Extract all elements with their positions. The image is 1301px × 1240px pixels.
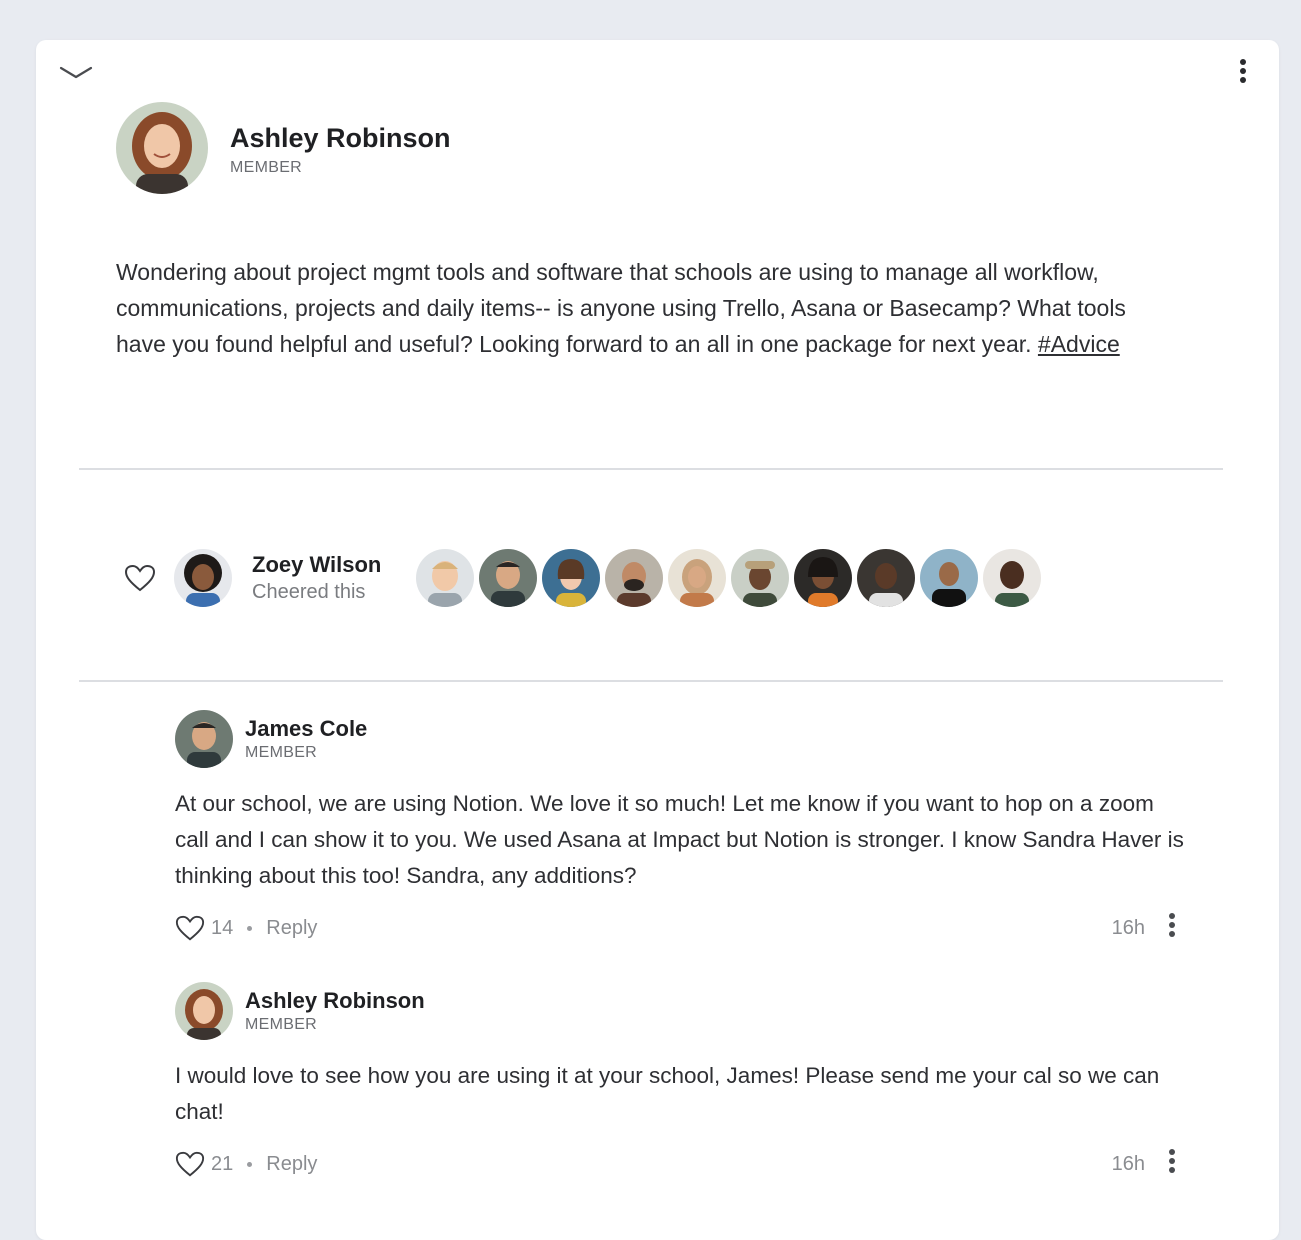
separator-dot bbox=[247, 1161, 253, 1167]
comment-author-role: MEMBER bbox=[245, 744, 318, 761]
comment-body: At our school, we are using Notion. We l… bbox=[175, 791, 1184, 888]
divider bbox=[79, 468, 1223, 470]
heart-icon bbox=[175, 1151, 205, 1177]
avatar[interactable] bbox=[731, 549, 789, 607]
avatar[interactable] bbox=[174, 549, 232, 607]
like-count: 21 bbox=[211, 1152, 234, 1175]
hashtag-link[interactable]: #Advice bbox=[1038, 331, 1120, 357]
like-button[interactable] bbox=[175, 1150, 205, 1178]
post-body: Wondering about project mgmt tools and s… bbox=[116, 254, 1176, 362]
cheer-faces bbox=[416, 549, 1046, 607]
chevron-down-icon bbox=[59, 66, 93, 79]
post-card: Ashley Robinson MEMBER Wondering about p… bbox=[36, 40, 1279, 1240]
avatar[interactable] bbox=[479, 549, 537, 607]
separator-dot bbox=[247, 925, 253, 931]
cheer-name[interactable]: Zoey Wilson bbox=[252, 551, 402, 579]
comment: Ashley Robinson MEMBER I would love to s… bbox=[175, 982, 1195, 1180]
author-role: MEMBER bbox=[230, 159, 303, 176]
comment-author-name[interactable]: Ashley Robinson bbox=[245, 988, 425, 1014]
avatar[interactable] bbox=[175, 710, 233, 768]
more-vertical-icon bbox=[1240, 59, 1246, 83]
comment-timestamp: 16h bbox=[1111, 916, 1145, 939]
author-name[interactable]: Ashley Robinson bbox=[230, 121, 451, 155]
reply-button[interactable]: Reply bbox=[266, 917, 317, 940]
avatar[interactable] bbox=[605, 549, 663, 607]
cheer-button[interactable] bbox=[124, 563, 156, 593]
divider bbox=[79, 680, 1223, 682]
comment-more-button[interactable] bbox=[1165, 1148, 1179, 1176]
cheer-label: Cheered this bbox=[252, 581, 366, 603]
post-author: Ashley Robinson MEMBER bbox=[116, 102, 451, 194]
more-vertical-icon bbox=[1169, 1149, 1175, 1173]
comment-timestamp: 16h bbox=[1111, 1152, 1145, 1175]
avatar[interactable] bbox=[983, 549, 1041, 607]
comment-author-name[interactable]: James Cole bbox=[245, 716, 367, 742]
post-more-button[interactable] bbox=[1235, 58, 1251, 88]
more-vertical-icon bbox=[1169, 913, 1175, 937]
like-button[interactable] bbox=[175, 914, 205, 942]
avatar[interactable] bbox=[416, 549, 474, 607]
like-count: 14 bbox=[211, 916, 234, 939]
heart-icon bbox=[175, 915, 205, 941]
comment-author-role: MEMBER bbox=[245, 1016, 318, 1033]
reply-button[interactable]: Reply bbox=[266, 1153, 317, 1176]
collapse-button[interactable] bbox=[58, 62, 94, 84]
post-text: Wondering about project mgmt tools and s… bbox=[116, 259, 1126, 357]
avatar[interactable] bbox=[542, 549, 600, 607]
comment-more-button[interactable] bbox=[1165, 912, 1179, 940]
cheers-row: Zoey Wilson Cheered this bbox=[124, 548, 1046, 608]
comment-actions: 21 Reply 16h bbox=[175, 1148, 1195, 1180]
avatar[interactable] bbox=[175, 982, 233, 1040]
avatar[interactable] bbox=[857, 549, 915, 607]
comment-body: I would love to see how you are using it… bbox=[175, 1063, 1160, 1124]
avatar[interactable] bbox=[920, 549, 978, 607]
comment-actions: 14 Reply 16h bbox=[175, 912, 1195, 944]
avatar[interactable] bbox=[668, 549, 726, 607]
avatar[interactable] bbox=[116, 102, 208, 194]
avatar[interactable] bbox=[794, 549, 852, 607]
comment: James Cole MEMBER At our school, we are … bbox=[175, 710, 1195, 944]
heart-icon bbox=[124, 564, 156, 592]
